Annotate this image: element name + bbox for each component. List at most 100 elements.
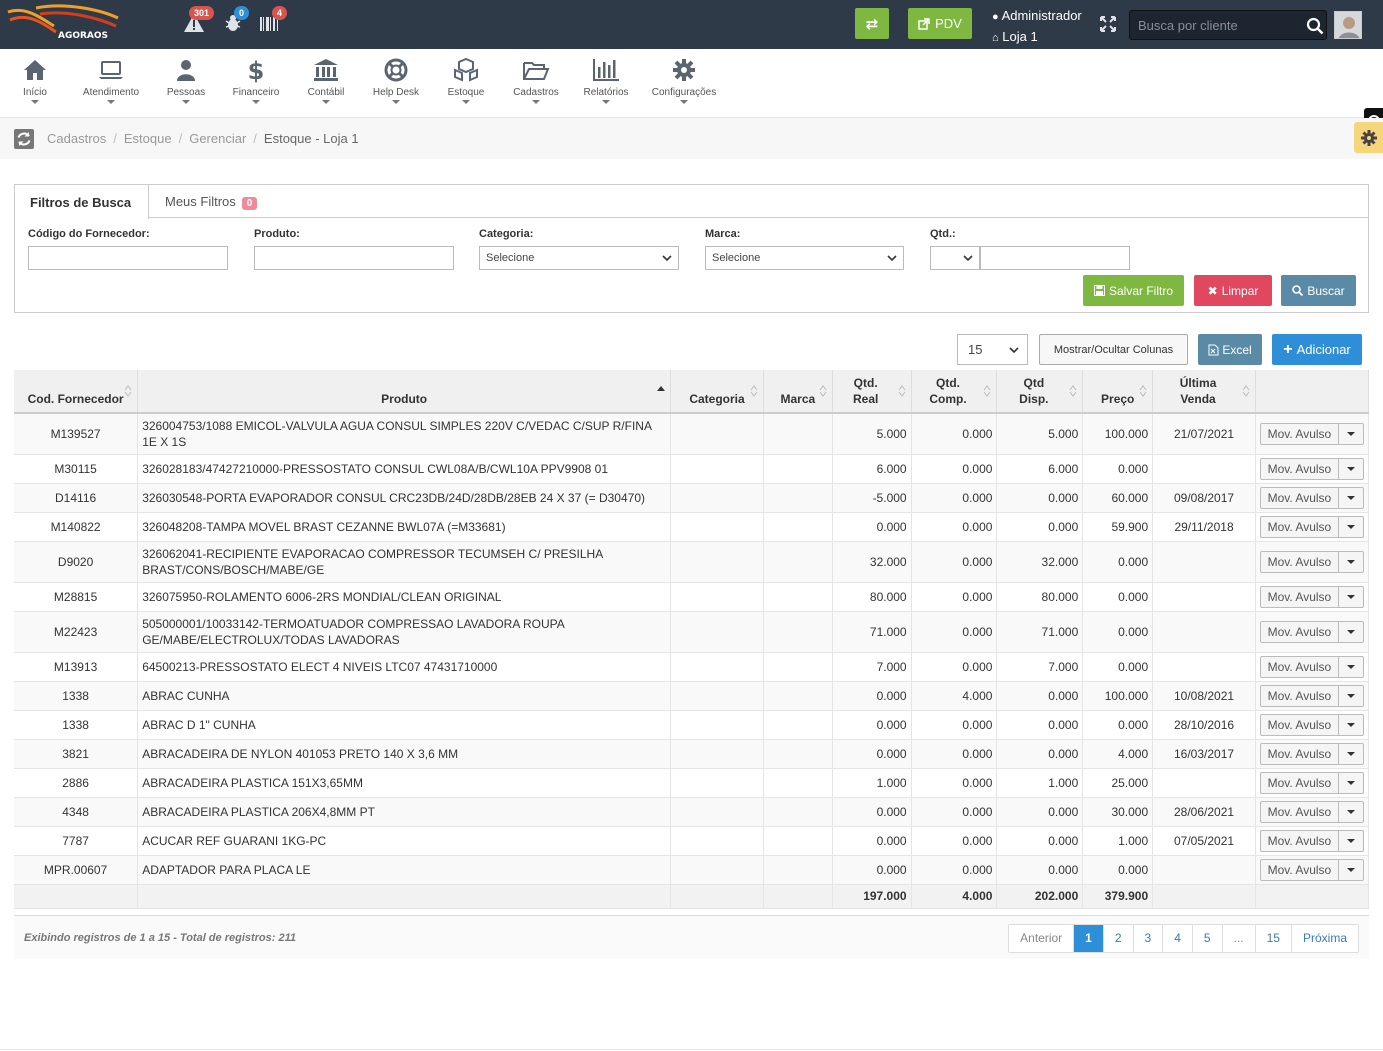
table-row[interactable]: MPR.00607 ADAPTADOR PARA PLACA LE 0.000 0.0… bbox=[14, 855, 1370, 885]
menu-cadastros[interactable]: Cadastros bbox=[510, 57, 562, 104]
mov-avulso-button[interactable]: Mov. Avulso bbox=[1259, 771, 1364, 794]
breadcrumb-item[interactable]: Gerenciar bbox=[189, 131, 246, 146]
clear-button[interactable]: ✖ Limpar bbox=[1194, 275, 1272, 306]
mov-avulso-dropdown[interactable] bbox=[1339, 693, 1363, 698]
col-header-qty-disp[interactable]: Qtd Disp. bbox=[996, 370, 1084, 414]
tab-my-filters[interactable]: Meus Filtros 0 bbox=[165, 194, 258, 210]
table-row[interactable]: 7787 ACUCAR REF GUARANI 1KG-PC 0.000 0.000 0… bbox=[14, 826, 1370, 856]
table-row[interactable]: M140822 326048208-TAMPA MOVEL BRAST CEZAN… bbox=[14, 512, 1370, 542]
mov-avulso-dropdown[interactable] bbox=[1339, 594, 1363, 599]
menu-financeiro[interactable]: $ Financeiro bbox=[228, 57, 284, 104]
mov-avulso-button[interactable]: Mov. Avulso bbox=[1259, 422, 1364, 445]
mov-avulso-button[interactable]: Mov. Avulso bbox=[1259, 515, 1364, 538]
search-button[interactable]: Buscar bbox=[1281, 275, 1356, 306]
menu-inicio[interactable]: Início bbox=[14, 57, 56, 104]
mov-avulso-dropdown[interactable] bbox=[1339, 559, 1363, 564]
excel-button[interactable]: Excel bbox=[1198, 334, 1262, 365]
mov-avulso-button[interactable]: Mov. Avulso bbox=[1259, 550, 1364, 573]
page-item[interactable]: 4 bbox=[1163, 925, 1193, 952]
page-item[interactable]: 2 bbox=[1103, 925, 1134, 952]
barcode-button[interactable]: 4 bbox=[258, 6, 288, 38]
user-info[interactable]: ● Administrador ⌂ Loja 1 bbox=[992, 6, 1082, 48]
table-row[interactable]: 3821 ABRACADEIRA DE NYLON 401053 PRETO 14… bbox=[14, 739, 1370, 769]
fullscreen-button[interactable] bbox=[1099, 15, 1117, 33]
menu-relatorios[interactable]: Relatórios bbox=[580, 57, 632, 104]
mov-avulso-button[interactable]: Mov. Avulso bbox=[1259, 829, 1364, 852]
search-icon[interactable] bbox=[1306, 17, 1324, 35]
mov-avulso-dropdown[interactable] bbox=[1339, 466, 1363, 471]
tab-search-filters[interactable]: Filtros de Busca bbox=[15, 185, 149, 219]
alerts-button[interactable]: 301 bbox=[183, 6, 215, 38]
page-settings-button[interactable] bbox=[1354, 122, 1383, 153]
table-row[interactable]: M28815 326075950-ROLAMENTO 6006-2RS MONDI… bbox=[14, 582, 1370, 612]
menu-atendimento[interactable]: Atendimento bbox=[78, 57, 144, 104]
mov-avulso-dropdown[interactable] bbox=[1339, 495, 1363, 500]
toggle-columns-button[interactable]: Mostrar/Ocultar Colunas bbox=[1039, 334, 1188, 365]
table-row[interactable]: M13913 64500213-PRESSOSTATO ELECT 4 NIVEI… bbox=[14, 652, 1370, 682]
mov-avulso-dropdown[interactable] bbox=[1339, 722, 1363, 727]
breadcrumb-item[interactable]: Estoque bbox=[124, 131, 172, 146]
mov-avulso-button[interactable]: Mov. Avulso bbox=[1259, 800, 1364, 823]
table-row[interactable]: M30115 326028183/47427210000-PRESSOSTATO … bbox=[14, 454, 1370, 484]
table-row[interactable]: 1338 ABRAC CUNHA 0.000 4.000 0.000 100.000 10/… bbox=[14, 681, 1370, 711]
save-filter-button[interactable]: Salvar Filtro bbox=[1083, 275, 1184, 306]
mov-avulso-dropdown[interactable] bbox=[1339, 838, 1363, 843]
menu-estoque[interactable]: Estoque bbox=[444, 57, 488, 104]
page-item[interactable]: 3 bbox=[1133, 925, 1164, 952]
mov-avulso-dropdown[interactable] bbox=[1339, 629, 1363, 634]
app-logo[interactable]: AGORAOS bbox=[6, 4, 124, 44]
col-header-price[interactable]: Preço bbox=[1082, 370, 1154, 414]
mov-avulso-button[interactable]: Mov. Avulso bbox=[1259, 486, 1364, 509]
page-next[interactable]: Próxima bbox=[1291, 925, 1358, 952]
client-search-input[interactable] bbox=[1138, 16, 1288, 34]
product-input[interactable] bbox=[254, 246, 454, 270]
col-header-last-sale[interactable]: Última Venda bbox=[1152, 370, 1256, 414]
table-row[interactable]: D14116 326030548-PORTA EVAPORADOR CONSUL … bbox=[14, 483, 1370, 513]
page-item-current[interactable]: 1 bbox=[1074, 925, 1104, 952]
mov-avulso-button[interactable]: Mov. Avulso bbox=[1259, 457, 1364, 480]
menu-contabil[interactable]: Contábil bbox=[303, 57, 349, 104]
add-button[interactable]: + Adicionar bbox=[1272, 334, 1362, 365]
page-item[interactable]: 15 bbox=[1255, 925, 1292, 952]
mov-avulso-button[interactable]: Mov. Avulso bbox=[1259, 655, 1364, 678]
mov-avulso-dropdown[interactable] bbox=[1339, 431, 1363, 436]
refresh-button[interactable] bbox=[14, 129, 34, 149]
supplier-code-input[interactable] bbox=[28, 246, 228, 270]
mov-avulso-dropdown[interactable] bbox=[1339, 809, 1363, 814]
mov-avulso-button[interactable]: Mov. Avulso bbox=[1259, 585, 1364, 608]
page-size-select[interactable]: 15 bbox=[957, 334, 1028, 365]
table-row[interactable]: 2886 ABRACADEIRA PLASTICA 151X3,65MM 1.000… bbox=[14, 768, 1370, 798]
col-header-qty-comp[interactable]: Qtd. Comp. bbox=[911, 370, 998, 414]
mov-avulso-button[interactable]: Mov. Avulso bbox=[1259, 684, 1364, 707]
col-header-category[interactable]: Categoria bbox=[670, 370, 764, 414]
avatar[interactable] bbox=[1334, 11, 1362, 39]
mov-avulso-button[interactable]: Mov. Avulso bbox=[1259, 742, 1364, 765]
table-row[interactable]: M139527 326004753/1088 EMICOL-VALVULA AGU… bbox=[14, 413, 1370, 455]
col-header-product[interactable]: Produto bbox=[137, 370, 672, 414]
menu-pessoas[interactable]: Pessoas bbox=[162, 57, 210, 104]
qty-input[interactable] bbox=[980, 246, 1130, 270]
qty-operator-select[interactable] bbox=[930, 246, 980, 270]
col-header-qty-real[interactable]: Qtd. Real bbox=[832, 370, 912, 414]
mov-avulso-button[interactable]: Mov. Avulso bbox=[1259, 713, 1364, 736]
col-header-brand[interactable]: Marca bbox=[763, 370, 833, 414]
category-select[interactable]: Selecione bbox=[479, 246, 679, 270]
menu-configuracoes[interactable]: Configurações bbox=[650, 57, 718, 104]
mov-avulso-dropdown[interactable] bbox=[1339, 664, 1363, 669]
page-item[interactable]: 5 bbox=[1192, 925, 1223, 952]
pdv-button[interactable]: PDV bbox=[908, 8, 972, 39]
mov-avulso-dropdown[interactable] bbox=[1339, 780, 1363, 785]
breadcrumb-item[interactable]: Cadastros bbox=[47, 131, 106, 146]
bugs-button[interactable]: 0 bbox=[222, 6, 250, 38]
table-row[interactable]: 1338 ABRAC D 1" CUNHA 0.000 0.000 0.000 0.000… bbox=[14, 710, 1370, 740]
table-row[interactable]: M22423 505000001/10033142-TERMOATUADOR CO… bbox=[14, 611, 1370, 653]
mov-avulso-dropdown[interactable] bbox=[1339, 751, 1363, 756]
mov-avulso-dropdown[interactable] bbox=[1339, 524, 1363, 529]
mov-avulso-button[interactable]: Mov. Avulso bbox=[1259, 858, 1364, 881]
table-row[interactable]: 4348 ABRACADEIRA PLASTICA 206X4,8MM PT 0.0… bbox=[14, 797, 1370, 827]
table-row[interactable]: D9020 326062041-RECIPIENTE EVAPORACAO COM… bbox=[14, 541, 1370, 583]
menu-help-desk[interactable]: Help Desk bbox=[368, 57, 424, 104]
swap-button[interactable]: ⇄ bbox=[855, 8, 889, 39]
mov-avulso-dropdown[interactable] bbox=[1339, 867, 1363, 872]
brand-select[interactable]: Selecione bbox=[705, 246, 904, 270]
